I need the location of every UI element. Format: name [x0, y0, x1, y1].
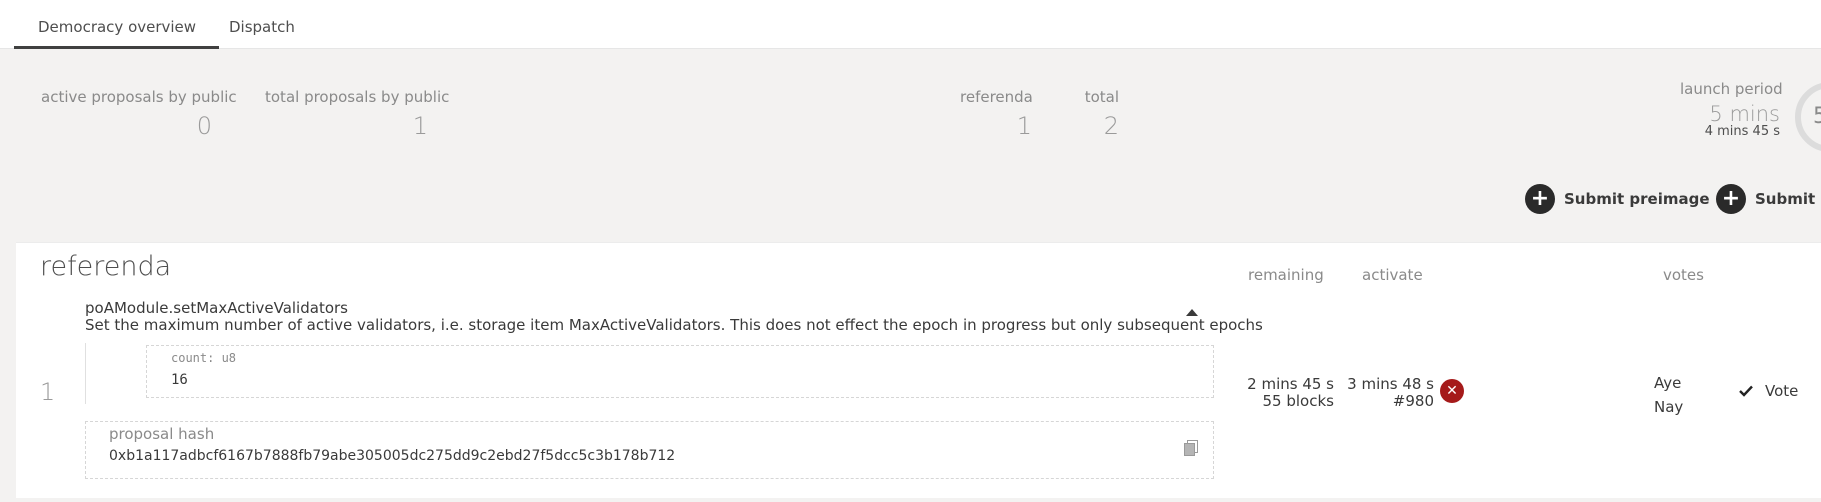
- activate-cell: 3 mins 48 s #980: [1336, 376, 1434, 410]
- referenda-title: referenda: [40, 251, 172, 282]
- activate-block: #980: [1392, 392, 1434, 410]
- remaining-cell: 2 mins 45 s 55 blocks: [1216, 376, 1334, 410]
- votes-nay: Nay: [1654, 398, 1684, 416]
- launch-period-remaining: 4 mins 45 s: [1704, 124, 1780, 139]
- submit-proposal-button[interactable]: + Submit pr: [1716, 183, 1821, 215]
- vote-button[interactable]: Vote: [1739, 382, 1798, 400]
- tab-dispatch[interactable]: Dispatch: [229, 0, 295, 48]
- remaining-time: 2 mins 45 s: [1247, 375, 1334, 393]
- proposal-hash-field: proposal hash 0xb1a117adbcf6167b7888fb79…: [85, 421, 1214, 479]
- plus-icon: +: [1525, 184, 1555, 214]
- tabs-bar: Democracy overview Dispatch: [0, 0, 1821, 49]
- launch-period-ring-label: 5: [1813, 104, 1821, 129]
- activate-time: 3 mins 48 s: [1347, 375, 1434, 393]
- referenda-card: referenda remaining activate votes 1 poA…: [16, 242, 1821, 498]
- summary-launch-period: launch period 5 mins 4 mins 45 s: [1680, 80, 1783, 139]
- proposal-hash-value: 0xb1a117adbcf6167b7888fb79abe305005dc275…: [109, 448, 676, 464]
- close-icon[interactable]: ✕: [1440, 379, 1464, 403]
- submit-preimage-label: Submit preimage: [1564, 190, 1710, 208]
- proposal-call: poAModule.setMaxActiveValidators: [85, 299, 348, 317]
- param-label: count: u8: [171, 351, 237, 365]
- copy-icon[interactable]: [1184, 440, 1198, 456]
- plus-icon: +: [1716, 184, 1746, 214]
- launch-period-value: 5 mins: [1709, 102, 1780, 126]
- summary-label: total proposals by public: [265, 88, 450, 106]
- summary-value: 1: [1016, 112, 1032, 140]
- summary-total-proposals: total proposals by public 1: [265, 88, 450, 140]
- summary-label: total: [1084, 88, 1119, 106]
- summary-referenda: referenda 1: [960, 88, 1033, 140]
- summary-label: launch period: [1680, 80, 1783, 98]
- summary-value: 0: [196, 112, 212, 140]
- column-header-votes: votes: [1663, 266, 1704, 284]
- tab-democracy-overview[interactable]: Democracy overview: [13, 0, 220, 49]
- summary-label: active proposals by public: [41, 88, 237, 106]
- summary-total: total 2: [1080, 88, 1119, 140]
- params-divider: [85, 343, 86, 404]
- param-field: count: u8 16: [146, 345, 1214, 398]
- column-header-activate: activate: [1362, 266, 1423, 284]
- summary-value: 2: [1103, 112, 1119, 140]
- check-icon: [1739, 385, 1753, 397]
- submit-proposal-label: Submit pr: [1755, 190, 1821, 208]
- proposal-hash-label: proposal hash: [109, 425, 215, 443]
- referendum-index: 1: [40, 378, 56, 406]
- summary-active-proposals: active proposals by public 0: [41, 88, 237, 140]
- proposal-description: Set the maximum number of active validat…: [85, 316, 1263, 334]
- param-value: 16: [171, 372, 188, 388]
- vote-label: Vote: [1765, 382, 1799, 400]
- summary-label: referenda: [960, 88, 1033, 106]
- summary-value: 1: [412, 112, 428, 140]
- votes-cell: Aye Nay: [1654, 371, 1683, 419]
- column-header-remaining: remaining: [1248, 266, 1324, 284]
- submit-preimage-button[interactable]: + Submit preimage: [1525, 183, 1710, 215]
- chevron-up-icon[interactable]: [1186, 309, 1198, 316]
- remaining-blocks: 55 blocks: [1262, 392, 1334, 410]
- votes-aye: Aye: [1654, 374, 1682, 392]
